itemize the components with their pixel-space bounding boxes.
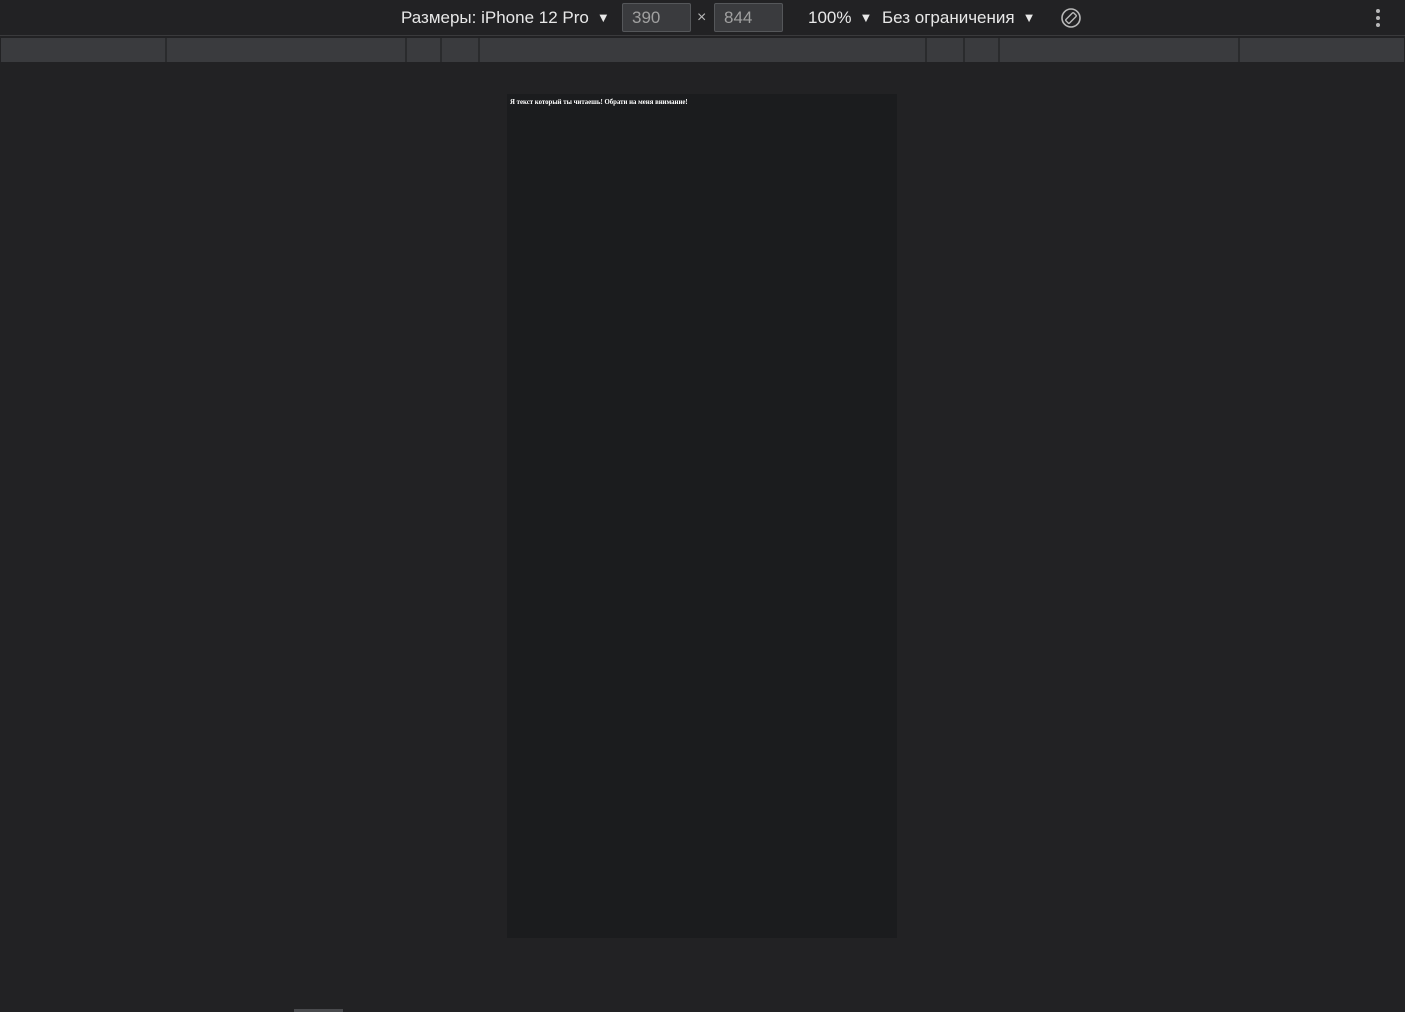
media-query-segment[interactable] [167, 38, 407, 62]
media-query-segment[interactable] [480, 38, 927, 62]
more-vertical-icon[interactable] [1370, 6, 1386, 30]
media-query-segment[interactable] [442, 38, 480, 62]
page-text: Я текст который ты читаешь! Обрати на ме… [510, 99, 688, 106]
throttle-select[interactable]: Без ограничения ▼ [882, 0, 1035, 36]
height-input[interactable]: 844 [714, 3, 783, 32]
throttle-select-label: Без ограничения [882, 8, 1015, 27]
media-query-segment[interactable] [407, 38, 442, 62]
chevron-down-icon: ▼ [596, 9, 610, 25]
chevron-down-icon: ▼ [859, 9, 873, 25]
media-query-bar [1, 38, 1404, 62]
chevron-down-icon: ▼ [1022, 9, 1036, 25]
device-select[interactable]: Размеры: iPhone 12 Pro ▼ [401, 0, 610, 36]
rotate-icon[interactable] [1059, 6, 1083, 30]
times-separator: × [697, 9, 707, 26]
media-query-segment[interactable] [965, 38, 1000, 62]
width-input[interactable]: 390 [622, 3, 691, 32]
zoom-select[interactable]: 100% ▼ [808, 0, 872, 36]
zoom-select-label: 100% [808, 8, 852, 27]
media-query-segment[interactable] [1, 38, 167, 62]
device-select-label: Размеры: iPhone 12 Pro [401, 8, 589, 27]
device-toolbar: Размеры: iPhone 12 Pro ▼ 390 × 844 100% … [0, 0, 1405, 36]
media-query-segment[interactable] [1240, 38, 1404, 62]
media-query-segment[interactable] [927, 38, 965, 62]
media-query-segment[interactable] [1000, 38, 1240, 62]
device-viewport[interactable]: Я текст который ты читаешь! Обрати на ме… [507, 94, 897, 938]
